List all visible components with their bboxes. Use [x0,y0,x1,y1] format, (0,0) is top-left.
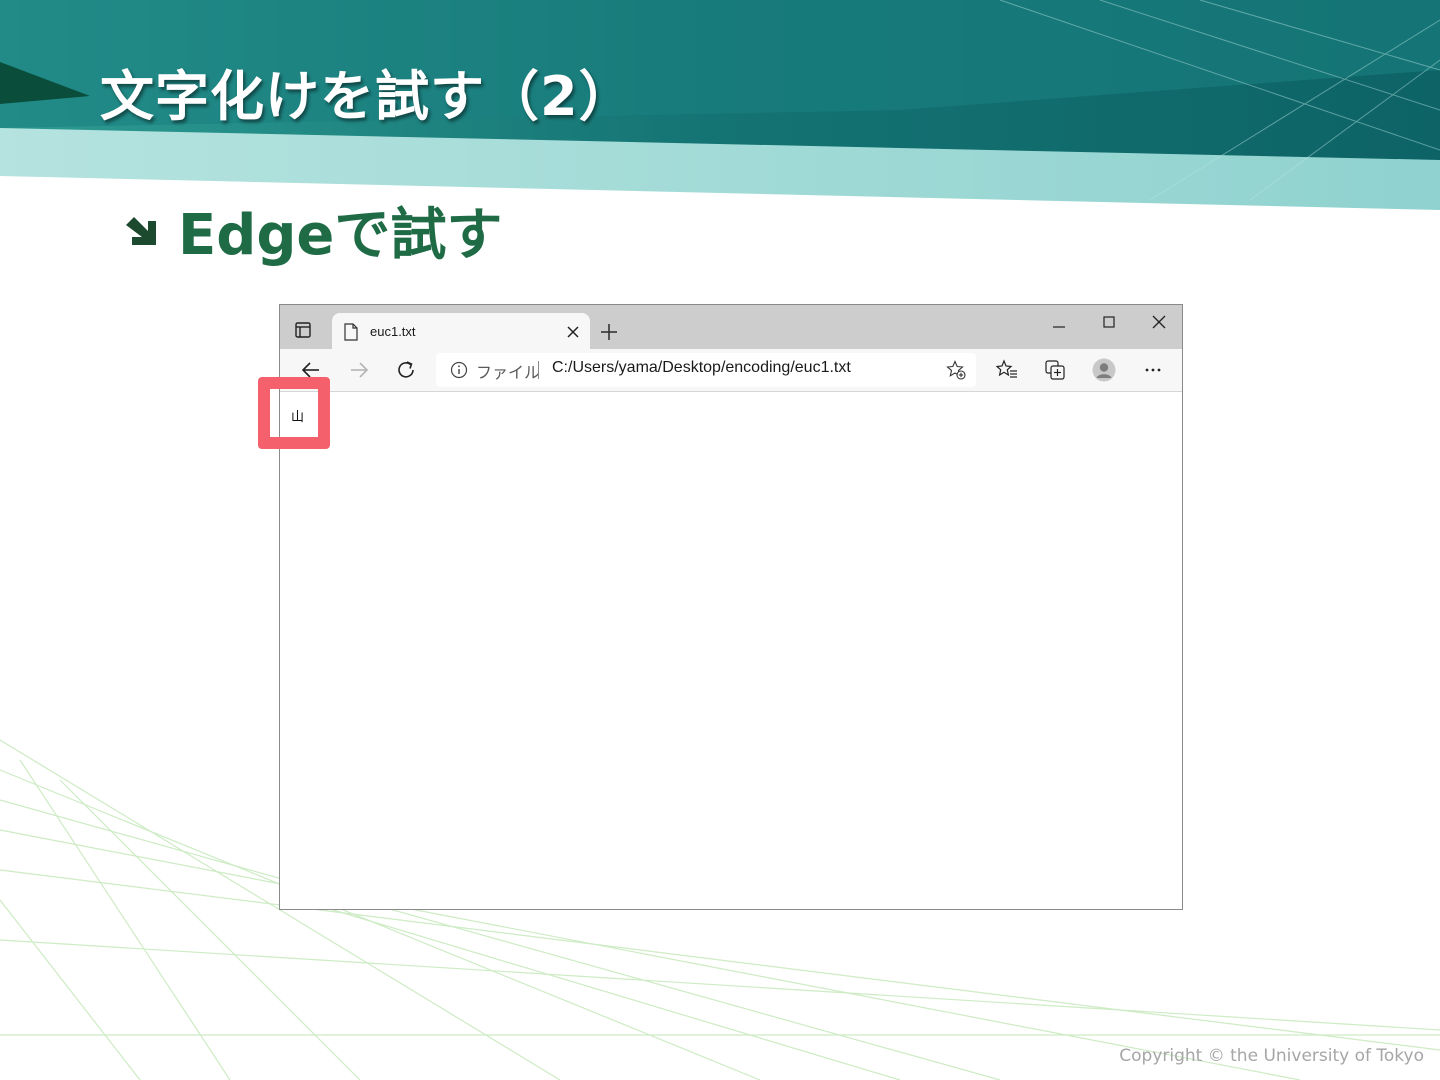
bullet-item: Edgeで試す [124,190,502,271]
collections-icon[interactable] [1044,359,1066,381]
tab-title: euc1.txt [370,324,416,339]
address-bar[interactable]: ファイル C:/Users/yama/Desktop/encoding/euc1… [436,353,976,387]
slide-title: 文字化けを試す（2） [100,65,634,128]
close-tab-icon[interactable] [566,325,580,339]
forward-arrow-icon[interactable] [348,359,370,381]
browser-toolbar: ファイル C:/Users/yama/Desktop/encoding/euc1… [280,349,1182,392]
refresh-icon[interactable] [395,359,417,381]
file-icon [344,323,358,341]
tab-actions-icon[interactable] [294,321,312,339]
profile-avatar-icon[interactable] [1092,358,1116,382]
minimize-icon[interactable] [1052,321,1066,333]
add-favorite-icon[interactable] [946,360,966,380]
page-content: 山 [280,392,1182,909]
highlight-box [258,377,330,449]
edge-browser-window: euc1.txt ファイル C:/Users/yama/Desktop/enco… [279,304,1183,910]
tab-euc1[interactable]: euc1.txt [332,313,590,351]
address-separator [538,361,539,379]
info-icon[interactable] [450,361,468,379]
copyright-notice: Copyright © the University of Tokyo [1119,1046,1424,1066]
address-scheme: ファイル [476,363,541,382]
address-url[interactable]: C:/Users/yama/Desktop/encoding/euc1.txt [552,359,851,377]
window-close-icon[interactable] [1151,314,1167,330]
more-options-icon[interactable] [1142,359,1164,381]
bullet-text: Edgeで試す [178,203,503,268]
tab-bar: euc1.txt [280,305,1182,351]
arrow-down-right-icon [126,216,156,245]
new-tab-icon[interactable] [600,323,618,341]
favorites-icon[interactable] [996,359,1018,381]
maximize-icon[interactable] [1102,315,1116,329]
slide: 文字化けを試す（2） Edgeで試す euc1.txt ファイル C:/User… [0,0,1440,1080]
